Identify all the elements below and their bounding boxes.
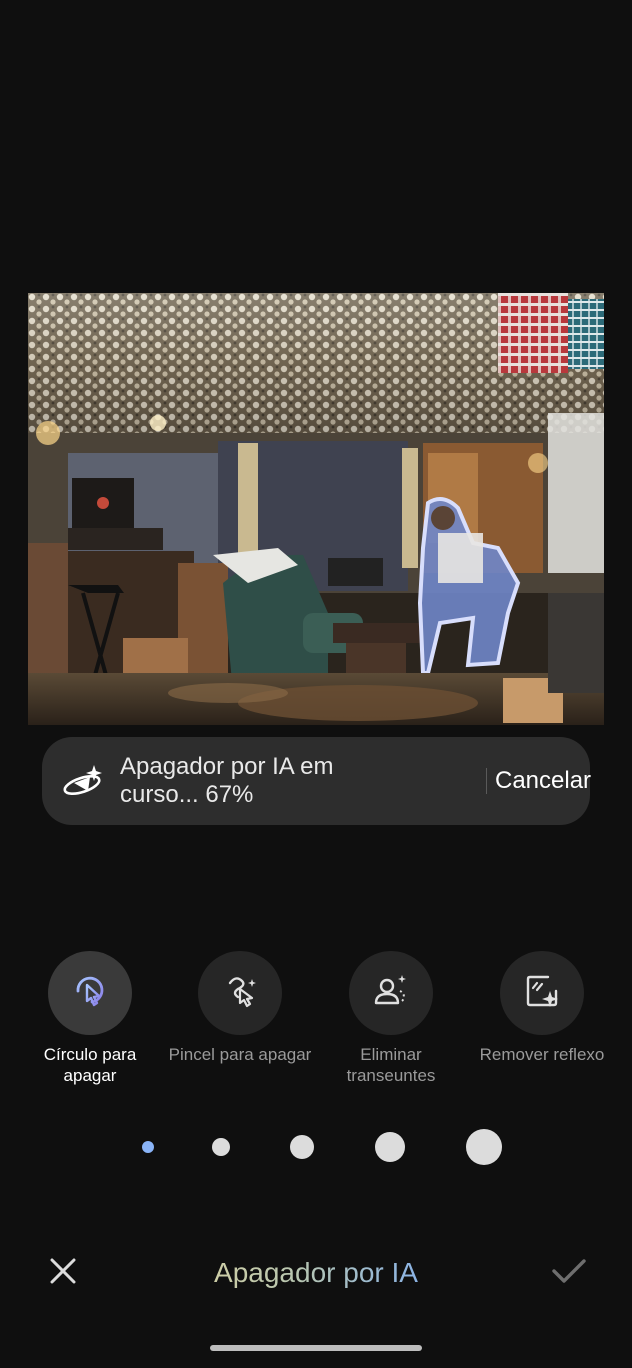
- tool-label: Eliminar transeuntes: [346, 1045, 436, 1085]
- remove-reflection-button[interactable]: [500, 951, 584, 1035]
- screen-title: Apagador por IA: [116, 1256, 516, 1290]
- tool-remove-passersby[interactable]: Eliminar transeuntes: [316, 951, 466, 1086]
- close-icon: [49, 1257, 77, 1290]
- tool-label: Pincel para apagar: [168, 1045, 312, 1064]
- cancel-button[interactable]: Cancelar: [495, 737, 591, 825]
- tool-label: Círculo para apagar: [43, 1045, 137, 1085]
- home-indicator[interactable]: [210, 1345, 422, 1351]
- tool-circle-to-erase[interactable]: Círculo para apagar: [15, 951, 165, 1086]
- remove-reflection-icon: [522, 971, 562, 1016]
- remove-passersby-icon: [371, 971, 411, 1016]
- done-button[interactable]: [546, 1250, 592, 1296]
- tool-label: Remover reflexo: [479, 1045, 605, 1064]
- progress-message: Apagador por IA em curso... 67%: [120, 753, 334, 808]
- tool-remove-reflection[interactable]: Remover reflexo: [466, 951, 618, 1065]
- brush-erase-button[interactable]: [198, 951, 282, 1035]
- brush-size-3[interactable]: [290, 1135, 314, 1159]
- edited-photo[interactable]: [28, 293, 604, 725]
- ai-eraser-progress-toast: Apagador por IA em curso... 67% Cancelar: [42, 737, 591, 825]
- brush-size-2[interactable]: [212, 1138, 230, 1156]
- checkmark-icon: [551, 1257, 587, 1290]
- circle-to-erase-icon: [70, 971, 110, 1016]
- brush-erase-icon: [220, 971, 260, 1016]
- toast-divider: [486, 768, 487, 794]
- brush-size-1[interactable]: [142, 1141, 154, 1153]
- ai-eraser-sparkle-icon: [62, 763, 106, 799]
- close-button[interactable]: [40, 1250, 86, 1296]
- tool-brush-erase[interactable]: Pincel para apagar: [165, 951, 315, 1065]
- photo-canvas: [28, 293, 604, 725]
- circle-to-erase-button[interactable]: [48, 951, 132, 1035]
- brush-size-4[interactable]: [375, 1132, 405, 1162]
- remove-passersby-button[interactable]: [349, 951, 433, 1035]
- brush-size-5[interactable]: [466, 1129, 502, 1165]
